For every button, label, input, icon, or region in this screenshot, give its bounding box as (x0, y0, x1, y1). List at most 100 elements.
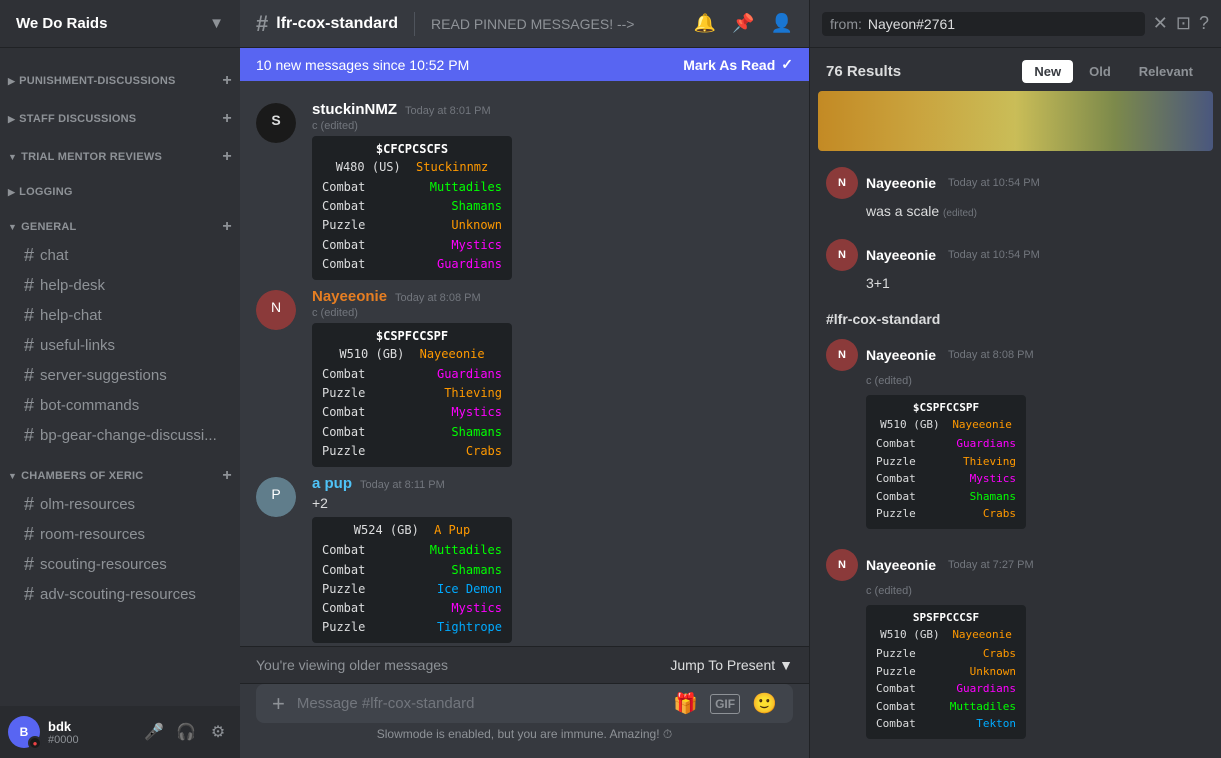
chevron-icon: ▶ (8, 187, 15, 198)
edited-label: (edited) (943, 208, 977, 219)
hash-icon: # (24, 554, 34, 575)
jump-to-present-button[interactable]: Jump To Present ▼ (670, 657, 793, 673)
header-icons: 🔔 📌 👤 (694, 13, 793, 34)
help-icon[interactable]: ? (1199, 13, 1209, 34)
close-search-icon[interactable]: ✕ (1153, 13, 1168, 34)
channels-list: ▶ PUNISHMENT-DISCUSSIONS + ▶ STAFF DISCU… (0, 48, 240, 706)
add-content-icon[interactable]: + (272, 691, 285, 717)
tab-relevant[interactable]: Relevant (1127, 60, 1205, 83)
search-value: Nayeon#2761 (868, 16, 955, 32)
older-messages-text: You're viewing older messages (256, 657, 448, 673)
pin-icon[interactable]: 📌 (732, 13, 754, 34)
raid-card: W524 (GB) A Pup CombatMuttadiles CombatS… (312, 517, 512, 643)
mark-as-read-button[interactable]: Mark As Read ✓ (683, 56, 793, 73)
add-channel-icon[interactable]: + (222, 110, 232, 128)
mark-as-read-label: Mark As Read (683, 57, 775, 73)
result-avatar: N (826, 339, 858, 371)
message-author: stuckinNMZ (312, 101, 397, 118)
channel-server-suggestions[interactable]: # server-suggestions (8, 361, 232, 390)
channel-bp-gear-change[interactable]: # bp-gear-change-discussi... (8, 421, 232, 450)
edited-indicator: c (edited) (312, 307, 793, 319)
channel-useful-links[interactable]: # useful-links (8, 331, 232, 360)
category-punishment-discussions[interactable]: ▶ PUNISHMENT-DISCUSSIONS + (0, 56, 240, 94)
search-label: from: (830, 16, 862, 32)
channel-name: scouting-resources (40, 556, 167, 573)
messages-area[interactable]: S stuckinNMZ Today at 8:01 PM c (edited)… (240, 81, 809, 646)
add-channel-icon[interactable]: + (222, 72, 232, 90)
channel-name: bot-commands (40, 397, 139, 414)
deafen-button[interactable]: 🎧 (172, 718, 200, 746)
list-item[interactable]: N Nayeeonie Today at 7:27 PM c (edited) … (818, 541, 1213, 747)
add-channel-icon[interactable]: + (222, 467, 232, 485)
server-chevron-icon: ▼ (209, 15, 224, 32)
list-item[interactable]: N Nayeeonie Today at 10:54 PM was a scal… (818, 159, 1213, 227)
result-time: Today at 7:27 PM (948, 559, 1034, 571)
emoji-icon[interactable]: 🙂 (752, 691, 777, 716)
result-author: Nayeeonie (866, 557, 936, 573)
gift-icon[interactable]: 🎁 (673, 691, 698, 716)
header-divider (414, 12, 415, 36)
message-author: Nayeeonie (312, 288, 387, 305)
message-input[interactable] (297, 684, 661, 723)
mute-button[interactable]: 🎤 (140, 718, 168, 746)
category-trial-mentor-reviews[interactable]: ▼ TRIAL MENTOR REVIEWS + (0, 132, 240, 170)
tab-new[interactable]: New (1022, 60, 1073, 83)
result-author: Nayeeonie (866, 347, 936, 363)
result-avatar: N (826, 239, 858, 271)
result-raid-card: $CSPFCCSPF W510 (GB) Nayeeonie CombatGua… (866, 395, 1026, 529)
result-author: Nayeeonie (866, 247, 936, 263)
channel-bot-commands[interactable]: # bot-commands (8, 391, 232, 420)
user-display-name: bdk (48, 719, 132, 734)
table-row: P a pup Today at 8:11 PM +2 W524 (GB) A … (240, 471, 809, 646)
search-results-header: 76 Results New Old Relevant (810, 48, 1221, 91)
add-channel-icon[interactable]: + (222, 148, 232, 166)
channel-label: #lfr-cox-standard (826, 311, 940, 327)
user-info: bdk #0000 (48, 719, 132, 746)
edited-indicator: c (edited) (312, 120, 793, 132)
result-time: Today at 8:08 PM (948, 349, 1034, 361)
chat-input-icons: 🎁 GIF 🙂 (673, 691, 777, 716)
category-chambers-of-xeric[interactable]: ▼ CHAMBERS OF XERIC + (0, 451, 240, 489)
expand-icon[interactable]: ⊡ (1176, 13, 1191, 34)
hash-icon: # (24, 275, 34, 296)
result-time: Today at 10:54 PM (948, 249, 1040, 261)
main-chat: # lfr-cox-standard READ PINNED MESSAGES!… (240, 0, 809, 758)
checkmark-icon: ✓ (781, 56, 793, 73)
channel-name: useful-links (40, 337, 115, 354)
older-messages-bar: You're viewing older messages Jump To Pr… (240, 646, 809, 684)
result-avatar: N (826, 167, 858, 199)
category-label: STAFF DISCUSSIONS (19, 113, 136, 125)
channel-help-desk[interactable]: # help-desk (8, 271, 232, 300)
channel-olm-resources[interactable]: # olm-resources (8, 490, 232, 519)
search-input-box[interactable]: from: Nayeon#2761 (822, 12, 1145, 36)
channel-adv-scouting-resources[interactable]: # adv-scouting-resources (8, 580, 232, 609)
tab-old[interactable]: Old (1077, 60, 1123, 83)
result-author: Nayeeonie (866, 175, 936, 191)
category-general[interactable]: ▼ GENERAL + (0, 202, 240, 240)
server-header[interactable]: We Do Raids ▼ (0, 0, 240, 48)
hash-icon: # (24, 425, 34, 446)
search-results-list: N Nayeeonie Today at 10:54 PM was a scal… (810, 91, 1221, 758)
result-text: 3+1 (866, 275, 1205, 291)
category-staff-discussions[interactable]: ▶ STAFF DISCUSSIONS + (0, 94, 240, 132)
gif-icon[interactable]: GIF (710, 694, 740, 714)
table-row: S stuckinNMZ Today at 8:01 PM c (edited)… (240, 97, 809, 284)
category-logging[interactable]: ▶ LOGGING (0, 170, 240, 202)
list-item[interactable]: N Nayeeonie Today at 10:54 PM 3+1 (818, 231, 1213, 299)
channel-title: lfr-cox-standard (276, 15, 398, 33)
raid-card: $CSPFCCSPF W510 (GB) Nayeeonie CombatGua… (312, 323, 512, 467)
channel-room-resources[interactable]: # room-resources (8, 520, 232, 549)
result-card-area: c (edited) $CSPFCCSPF W510 (GB) Nayeeoni… (866, 375, 1205, 529)
avatar: N (256, 290, 296, 330)
user-discriminator: #0000 (48, 734, 132, 746)
members-icon[interactable]: 👤 (771, 13, 793, 34)
channel-chat[interactable]: # chat (8, 241, 232, 270)
channel-hash-icon: # (256, 11, 268, 37)
add-channel-icon[interactable]: + (222, 218, 232, 236)
list-item[interactable]: N Nayeeonie Today at 8:08 PM c (edited) … (818, 331, 1213, 537)
settings-button[interactable]: ⚙ (204, 718, 232, 746)
channel-scouting-resources[interactable]: # scouting-resources (8, 550, 232, 579)
channel-help-chat[interactable]: # help-chat (8, 301, 232, 330)
channel-name: help-desk (40, 277, 105, 294)
notification-bell-icon[interactable]: 🔔 (694, 13, 716, 34)
